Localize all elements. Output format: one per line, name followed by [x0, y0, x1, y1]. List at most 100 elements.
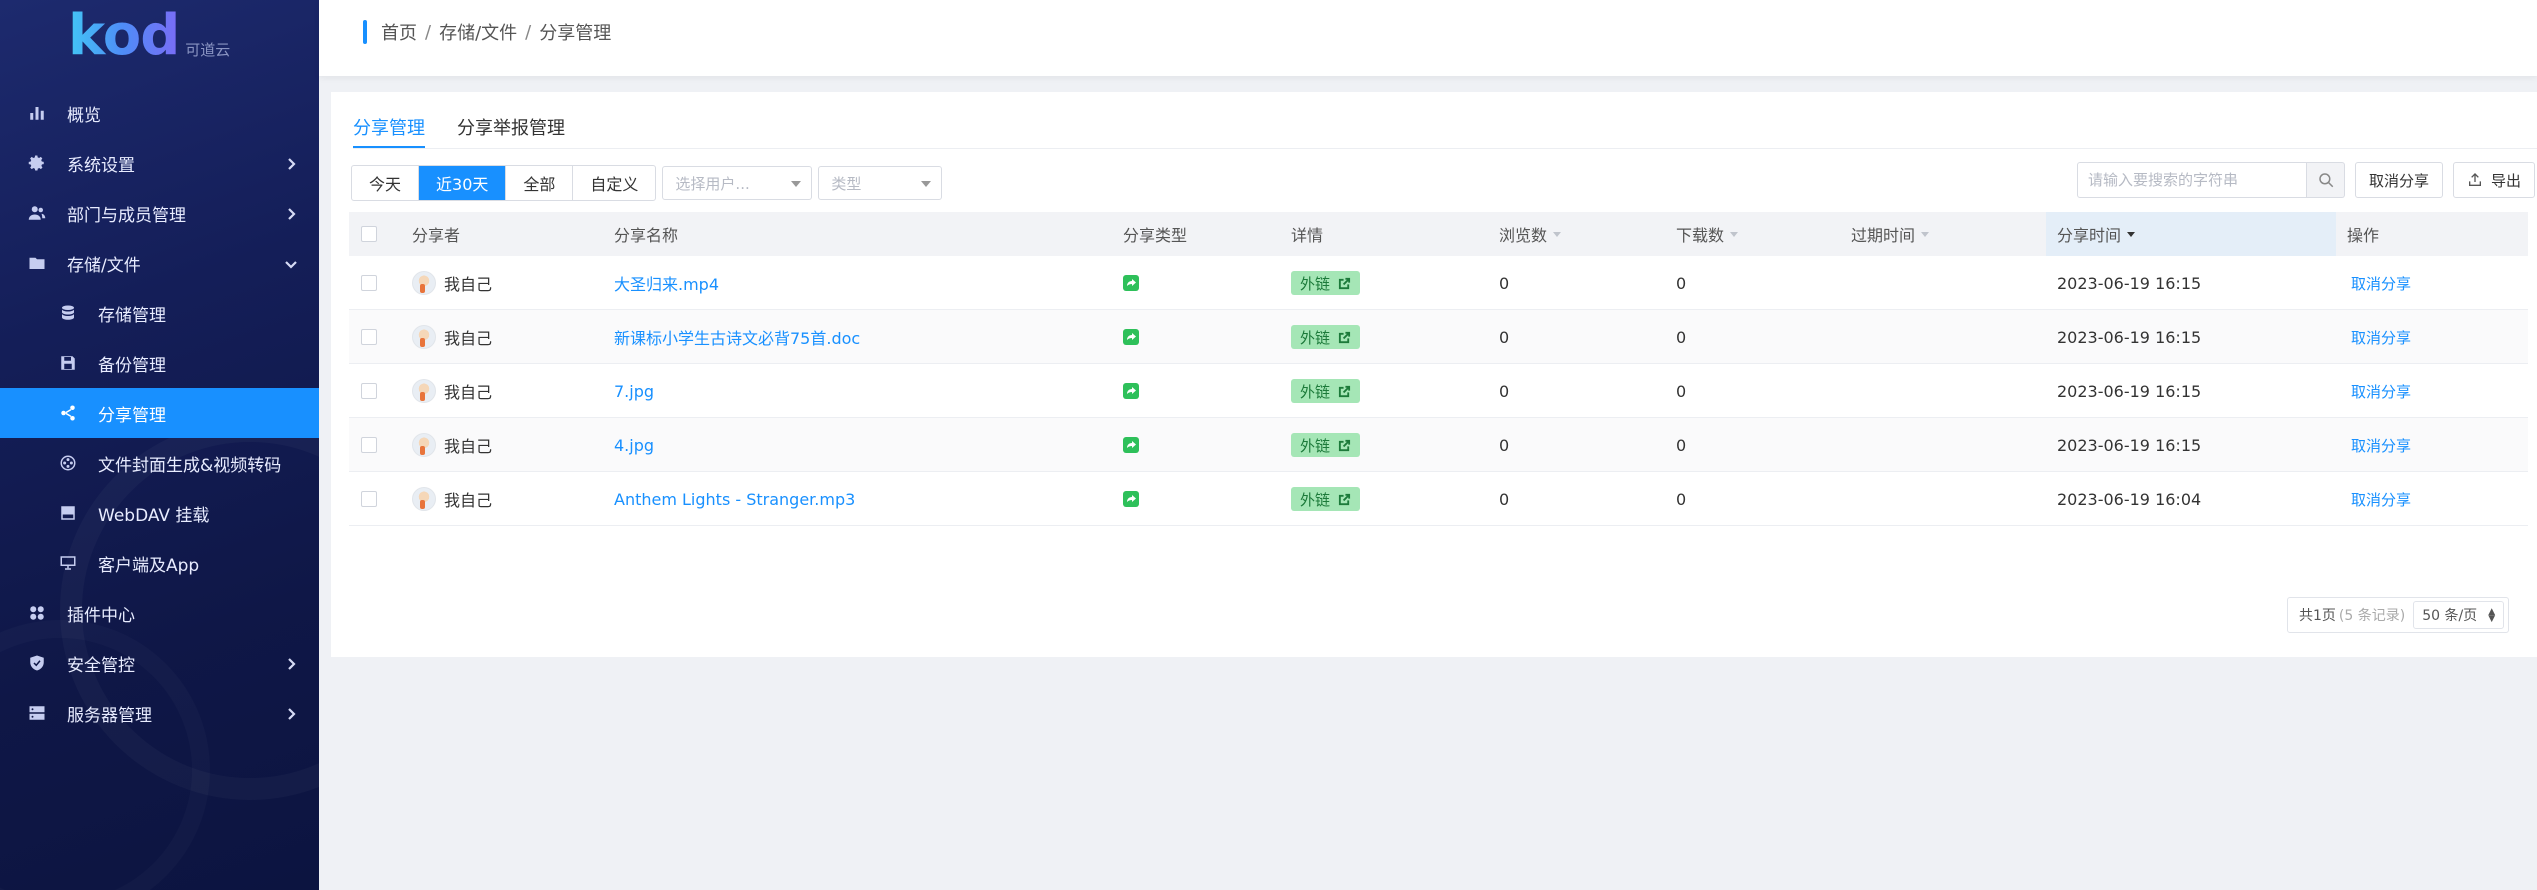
row-checkbox[interactable] — [361, 437, 377, 453]
sidebar-item-storage-files[interactable]: 存储/文件 — [0, 238, 319, 288]
row-checkbox[interactable] — [361, 383, 377, 399]
sidebar-item-webdav[interactable]: WebDAV 挂载 — [0, 488, 319, 538]
breadcrumb-home[interactable]: 首页 — [381, 19, 417, 45]
table-row[interactable]: 我自己 7.jpg 外链 0 0 2023-06-19 16:15 取消分享 — [349, 364, 2528, 418]
views-cell: 0 — [1499, 381, 1510, 401]
logo-text: kod — [68, 3, 180, 68]
date-range-group: 今天 近30天 全部 自定义 — [351, 165, 657, 201]
sidebar-item-client-app[interactable]: 客户端及App — [0, 538, 319, 588]
page-size-select[interactable]: 50 条/页 ▲ ▼ — [2413, 601, 2505, 629]
sidebar-item-dept-members[interactable]: 部门与成员管理 — [0, 188, 319, 238]
chevron-right-icon — [284, 156, 298, 170]
badge-label: 外链 — [1300, 436, 1331, 455]
range-30days-button[interactable]: 近30天 — [419, 166, 507, 200]
range-custom-button[interactable]: 自定义 — [573, 166, 655, 200]
table-row[interactable]: 我自己 4.jpg 外链 0 0 2023-06-19 16:15 取消分享 — [349, 418, 2528, 472]
row-checkbox-cell — [361, 256, 377, 310]
search-input[interactable] — [2088, 171, 2306, 189]
row-checkbox[interactable] — [361, 329, 377, 345]
cancel-share-link[interactable]: 取消分享 — [2351, 327, 2411, 348]
row-checkbox[interactable] — [361, 491, 377, 507]
search-button[interactable] — [2307, 162, 2345, 198]
external-link-badge[interactable]: 外链 — [1291, 433, 1361, 457]
col-downloads[interactable]: 下载数 — [1676, 212, 1739, 256]
cancel-share-button[interactable]: 取消分享 — [2355, 162, 2444, 198]
cancel-share-link[interactable]: 取消分享 — [2351, 489, 2411, 510]
sidebar-item-security[interactable]: 安全管控 — [0, 638, 319, 688]
cancel-share-link[interactable]: 取消分享 — [2351, 381, 2411, 402]
range-all-button[interactable]: 全部 — [506, 166, 574, 200]
sidebar-item-system-settings[interactable]: 系统设置 — [0, 138, 319, 188]
page-count: 共1页 — [2299, 608, 2336, 624]
sharer-name: 我自己 — [444, 329, 493, 348]
tab-share-report[interactable]: 分享举报管理 — [457, 92, 565, 149]
select-all-checkbox[interactable] — [361, 226, 377, 242]
sidebar-item-label: 分享管理 — [98, 405, 166, 426]
export-button[interactable]: 导出 — [2453, 162, 2536, 198]
sidebar-item-label: 服务器管理 — [67, 705, 152, 726]
search-icon — [2318, 173, 2333, 188]
filter-bar: 今天 近30天 全部 自定义 选择用户... 类型 — [351, 165, 943, 201]
top-header: 首页 / 存储/文件 / 分享管理 — [319, 0, 2537, 76]
table-row[interactable]: 我自己 大圣归来.mp4 外链 0 0 2023-06-19 16:15 取消分享 — [349, 256, 2528, 310]
avatar — [412, 379, 436, 403]
share-link-icon — [1123, 329, 1139, 345]
sort-caret-icon — [1553, 231, 1562, 237]
sidebar-item-server[interactable]: 服务器管理 — [0, 688, 319, 738]
sidebar-item-label: 概览 — [67, 105, 101, 126]
type-select[interactable]: 类型 — [818, 166, 943, 200]
col-share-time[interactable]: 分享时间 — [2046, 212, 2336, 256]
sidebar-item-plugins[interactable]: 插件中心 — [0, 588, 319, 638]
share-name-link[interactable]: 4.jpg — [614, 436, 654, 455]
share-name-link[interactable]: Anthem Lights - Stranger.mp3 — [614, 490, 855, 509]
avatar — [412, 487, 436, 511]
row-checkbox-cell — [361, 310, 377, 364]
tab-bar: 分享管理 分享举报管理 — [353, 92, 597, 149]
cancel-share-link[interactable]: 取消分享 — [2351, 435, 2411, 456]
col-sharer: 分享者 — [412, 226, 461, 245]
server-icon — [27, 703, 47, 723]
table-row[interactable]: 我自己 新课标小学生古诗文必背75首.doc 外链 0 0 2023-06-19 16:1… — [349, 310, 2528, 364]
col-share-name: 分享名称 — [614, 226, 679, 245]
grid-icon — [27, 603, 47, 623]
share-name-link[interactable]: 新课标小学生古诗文必背75首.doc — [614, 325, 860, 349]
sidebar-item-label: 客户端及App — [98, 555, 200, 576]
sidebar-item-share-manage[interactable]: 分享管理 — [0, 388, 319, 438]
cancel-share-link[interactable]: 取消分享 — [2351, 273, 2411, 294]
col-views[interactable]: 浏览数 — [1499, 212, 1562, 256]
breadcrumb-section[interactable]: 存储/文件 — [439, 19, 517, 45]
share-type-cell — [1123, 418, 1139, 472]
sidebar-item-cover-transcode[interactable]: 文件封面生成&视频转码 — [0, 438, 319, 488]
cancel-share-link-cell: 取消分享 — [2351, 310, 2411, 364]
share-link-icon — [1123, 383, 1139, 399]
record-count: (5 条记录) — [2338, 608, 2406, 624]
sidebar-item-label: 部门与成员管理 — [67, 205, 186, 226]
share-time-cell: 2023-06-19 16:15 — [2057, 327, 2202, 347]
external-link-badge[interactable]: 外链 — [1291, 325, 1361, 349]
table-row[interactable]: 我自己 Anthem Lights - Stranger.mp3 外链 0 0 2023-… — [349, 472, 2528, 526]
sidebar: kod 可道云 概览系统设置部门与成员管理存储/文件 存储管理 备份管理分享管理文件… — [0, 0, 319, 890]
sidebar-item-storage-manage[interactable]: 存储管理 — [0, 288, 319, 338]
sidebar-item-label: 文件封面生成&视频转码 — [98, 455, 282, 476]
col-expire[interactable]: 过期时间 — [1851, 212, 1930, 256]
row-checkbox[interactable] — [361, 275, 377, 291]
share-name-link[interactable]: 7.jpg — [614, 382, 654, 401]
logo[interactable]: kod 可道云 — [68, 4, 230, 64]
views-cell: 0 — [1499, 327, 1510, 347]
chevron-right-icon — [284, 656, 298, 670]
sharer-name: 我自己 — [444, 437, 493, 456]
avatar — [412, 325, 436, 349]
external-link-badge[interactable]: 外链 — [1291, 271, 1361, 295]
sidebar-item-overview[interactable]: 概览 — [0, 88, 319, 138]
logo-subtitle: 可道云 — [185, 41, 231, 59]
user-select[interactable]: 选择用户... — [662, 166, 813, 200]
external-link-badge[interactable]: 外链 — [1291, 379, 1361, 403]
page-size-value: 50 条/页 — [2422, 608, 2478, 624]
drive-icon — [58, 503, 78, 523]
range-today-button[interactable]: 今天 — [352, 166, 420, 200]
tab-share-manage[interactable]: 分享管理 — [353, 92, 425, 149]
external-link-badge[interactable]: 外链 — [1291, 487, 1361, 511]
sidebar-item-backup-manage[interactable]: 备份管理 — [0, 338, 319, 388]
share-name-link[interactable]: 大圣归来.mp4 — [614, 271, 719, 295]
cancel-share-link-cell: 取消分享 — [2351, 418, 2411, 472]
